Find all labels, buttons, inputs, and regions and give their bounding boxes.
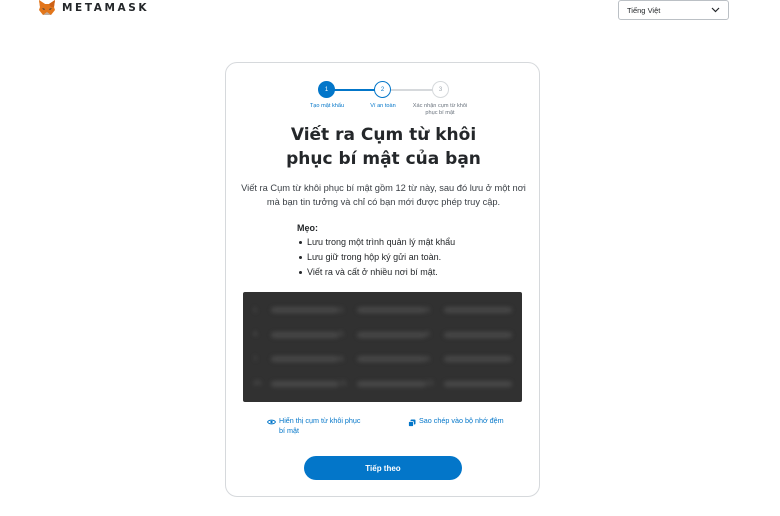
phrase-word-slot: 9. xyxy=(426,347,512,372)
reveal-phrase-label: Hiển thị cụm từ khôi phục bí mật xyxy=(279,416,361,435)
fox-icon xyxy=(39,0,55,15)
step-3-label: Xác nhận cụm từ khôi phục bí mật xyxy=(412,103,468,116)
eye-icon xyxy=(267,419,276,425)
phrase-word-slot: 3. xyxy=(426,298,512,323)
phrase-word-slot: 11. xyxy=(339,372,426,397)
language-select[interactable]: Tiếng Việt xyxy=(618,0,729,20)
onboarding-card: 1 2 3 Tạo mật khẩu Ví an toàn Xác nhận c… xyxy=(225,62,540,497)
metamask-logo: METAMASK xyxy=(38,0,149,16)
tip-item: Viết ra và cất ở nhiều nơi bí mật. xyxy=(297,265,497,280)
step-3-indicator: 3 xyxy=(432,81,449,98)
tip-item: Lưu giữ trong hộp ký gửi an toàn. xyxy=(297,250,497,265)
progress-stepper: 1 2 3 Tạo mật khẩu Ví an toàn Xác nhận c… xyxy=(226,81,541,123)
tips-list: Lưu trong một trình quản lý mật khẩu Lưu… xyxy=(297,235,497,280)
language-select-value: Tiếng Việt xyxy=(627,5,661,15)
step-1-indicator: 1 xyxy=(318,81,335,98)
tip-item: Lưu trong một trình quản lý mật khẩu xyxy=(297,235,497,250)
phrase-word-slot: 4. xyxy=(253,323,340,348)
phrase-word-slot: 6. xyxy=(426,323,512,348)
step-1-label: Tạo mật khẩu xyxy=(309,103,345,109)
next-button[interactable]: Tiếp theo xyxy=(304,456,462,480)
logo-wordmark: METAMASK xyxy=(62,2,150,14)
copy-to-clipboard-button[interactable]: Sao chép vào bộ nhớ đệm xyxy=(408,416,508,427)
phrase-word-slot: 12. xyxy=(426,372,512,397)
phrase-word-slot: 5. xyxy=(339,323,426,348)
phrase-word-slot: 2. xyxy=(339,298,426,323)
copy-icon xyxy=(408,419,416,427)
tips-section: Mẹo: Lưu trong một trình quản lý mật khẩ… xyxy=(297,223,497,280)
copy-to-clipboard-label: Sao chép vào bộ nhớ đệm xyxy=(419,416,504,425)
step-2-indicator: 2 xyxy=(374,81,391,98)
phrase-word-slot: 8. xyxy=(339,347,426,372)
stepper-line-pending xyxy=(391,89,433,91)
phrase-word-slot: 1. xyxy=(253,298,340,323)
secret-phrase-grid: 1. 2. 3. 4. 5. 6. 7. 8. 9. 10. 11. 12. xyxy=(243,292,522,402)
secret-phrase-blurred-box[interactable]: 1. 2. 3. 4. 5. 6. 7. 8. 9. 10. 11. 12. xyxy=(243,292,522,402)
phrase-word-slot: 7. xyxy=(253,347,340,372)
chevron-down-icon xyxy=(711,7,720,13)
reveal-phrase-button[interactable]: Hiển thị cụm từ khôi phục bí mật xyxy=(267,416,367,435)
step-2-label: Ví an toàn xyxy=(370,103,396,109)
page-description: Viết ra Cụm từ khôi phục bí mật gồm 12 t… xyxy=(241,183,526,207)
tips-title: Mẹo: xyxy=(297,223,318,233)
phrase-word-slot: 10. xyxy=(253,372,340,397)
page-title: Viết ra Cụm từ khôi phục bí mật của bạn xyxy=(286,125,481,169)
